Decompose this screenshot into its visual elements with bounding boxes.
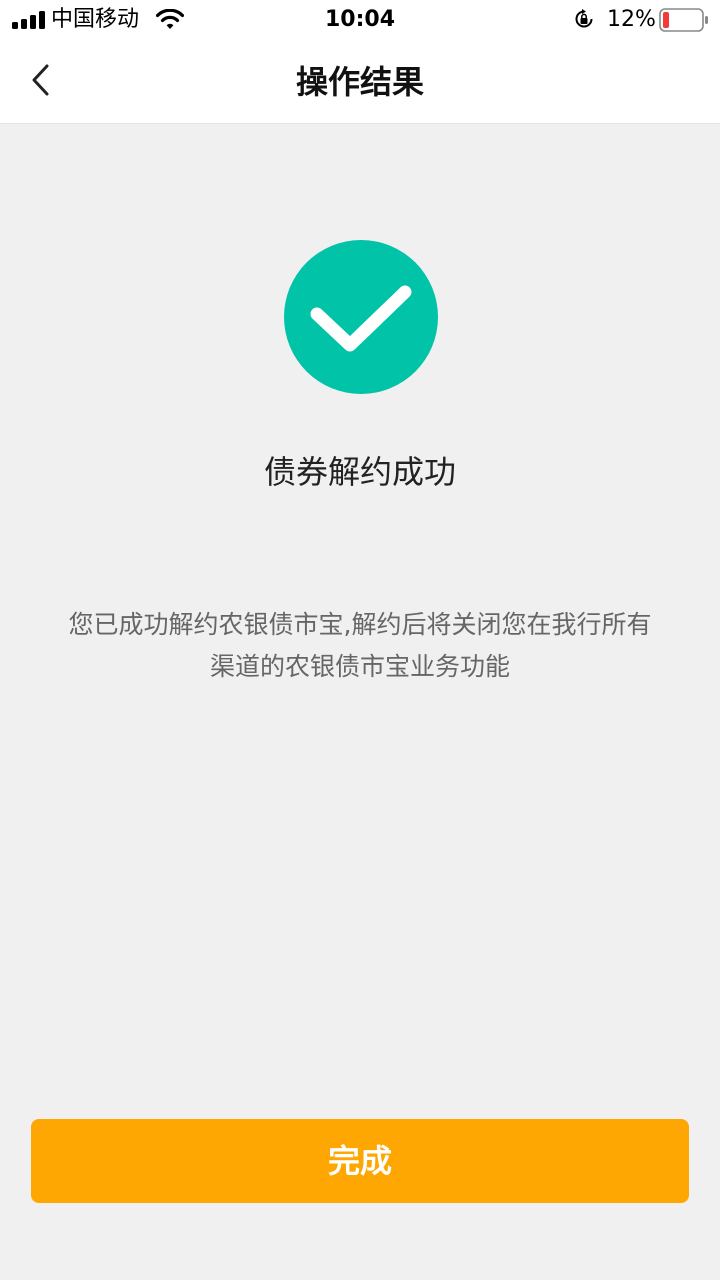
status-bar: 中国移动 10:04 12% (0, 0, 720, 40)
result-title: 债券解约成功 (263, 453, 456, 491)
result-description: 您已成功解约农银债市宝,解约后将关闭您在我行所有渠道的农银债市宝业务功能 (68, 610, 652, 681)
battery-icon (659, 8, 708, 32)
battery-percent: 12% (607, 7, 656, 32)
rotation-lock-icon (575, 9, 593, 28)
back-button[interactable] (18, 58, 62, 102)
battery-level-fill (663, 12, 669, 28)
done-button[interactable]: 完成 (31, 1119, 689, 1203)
check-circle-icon (284, 240, 438, 394)
header: 中国移动 10:04 12% 操作结果 (0, 0, 720, 124)
chevron-left-icon (32, 64, 49, 96)
page-title: 操作结果 (295, 63, 424, 101)
nav-bar: 操作结果 (0, 40, 720, 124)
